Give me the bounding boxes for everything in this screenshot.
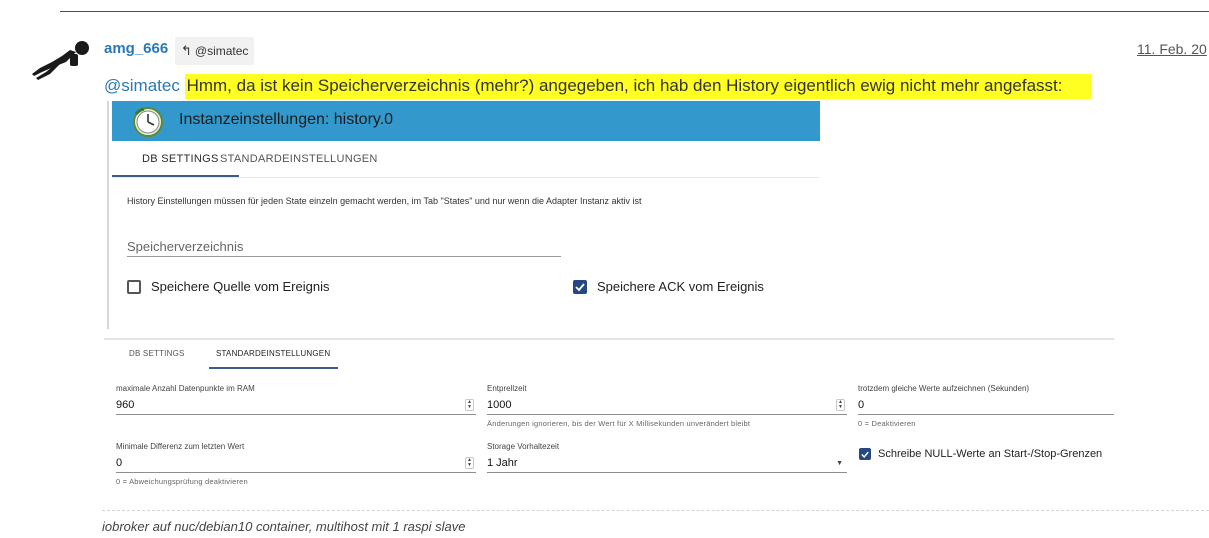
min-diff-value: 0 — [116, 457, 123, 469]
screenshot-top-border — [104, 338, 1114, 340]
save-ack-checkbox-row[interactable]: Speichere ACK vom Ereignis — [573, 279, 764, 294]
tab-default-settings[interactable]: STANDARDEINSTELLUNGEN — [216, 349, 330, 358]
number-spinner-icon[interactable]: ▲ ▼ — [465, 457, 474, 469]
debounce-field: Entprellzeit 1000 ▲ ▼ Änderungen ignorier… — [487, 384, 847, 428]
save-source-checkbox-row[interactable]: Speichere Quelle vom Ereignis — [127, 279, 329, 294]
write-null-checkbox[interactable] — [859, 448, 871, 460]
debounce-input[interactable]: 1000 ▲ ▼ — [487, 396, 847, 415]
instance-header: Instanzeinstellungen: history.0 — [112, 101, 820, 141]
screenshot-instance-settings: Instanzeinstellungen: history.0 DB SETTI… — [107, 101, 820, 329]
post-content: @simatec Hmm, da ist kein Speicherverzei… — [104, 74, 1091, 99]
number-spinner-icon[interactable]: ▲ ▼ — [836, 399, 845, 411]
same-values-value: 0 — [858, 399, 865, 411]
same-values-input[interactable]: 0 — [858, 396, 1114, 415]
avatar-diver-icon[interactable] — [30, 38, 94, 82]
save-source-checkbox[interactable] — [127, 279, 141, 294]
save-ack-label: Speichere ACK vom Ereignis — [597, 279, 764, 294]
checkmark-icon — [575, 282, 585, 291]
min-diff-input[interactable]: 0 ▲ ▼ — [116, 454, 476, 473]
tab-db-settings[interactable]: DB SETTINGS — [129, 349, 185, 358]
same-values-label: trotzdem gleiche Werte aufzeichnen (Seku… — [858, 384, 1030, 393]
save-source-label: Speichere Quelle vom Ereignis — [151, 279, 330, 294]
max-ram-field: maximale Anzahl Datenpunkte im RAM 960 ▲… — [116, 384, 476, 415]
min-diff-label: Minimale Differenz zum letzten Wert — [116, 442, 245, 451]
retention-select[interactable]: 1 Jahr ▼ — [487, 454, 847, 473]
post-author[interactable]: amg_666 — [104, 40, 168, 57]
instance-title: Instanzeinstellungen: history.0 — [179, 111, 394, 128]
same-values-help: 0 = Deaktivieren — [858, 419, 916, 428]
min-diff-field: Minimale Differenz zum letzten Wert 0 ▲ ▼… — [116, 442, 476, 486]
post-signature: iobroker auf nuc/debian10 container, mul… — [102, 519, 466, 534]
highlighted-text: Hmm, da ist kein Speicherverzeichnis (me… — [184, 74, 1091, 99]
reply-arrow-icon: ↰ — [181, 43, 192, 58]
retention-label: Storage Vorhaltezeit — [487, 442, 560, 451]
retention-field: Storage Vorhaltezeit 1 Jahr ▼ — [487, 442, 847, 473]
min-diff-help: 0 = Abweichungsprüfung deaktivieren — [116, 477, 248, 486]
max-ram-label: maximale Anzahl Datenpunkte im RAM — [116, 384, 255, 393]
tab-default-settings[interactable]: STANDARDEINSTELLUNGEN — [220, 153, 378, 165]
same-values-field: trotzdem gleiche Werte aufzeichnen (Seku… — [858, 384, 1114, 428]
history-info-text: History Einstellungen müssen für jeden S… — [127, 196, 642, 206]
checkmark-icon — [861, 451, 869, 458]
write-null-checkbox-row[interactable]: Schreibe NULL-Werte an Start-/Stop-Grenz… — [859, 448, 1102, 460]
debounce-value: 1000 — [487, 399, 512, 411]
clock-icon — [133, 107, 163, 137]
post-date[interactable]: 11. Feb. 20 — [1137, 41, 1207, 57]
write-null-label: Schreibe NULL-Werte an Start-/Stop-Grenz… — [878, 448, 1103, 460]
top-divider — [60, 11, 1209, 12]
debounce-help: Änderungen ignorieren, bis der Wert für … — [487, 419, 751, 428]
screenshot-default-settings: DB SETTINGS STANDARDEINSTELLUNGEN maxima… — [104, 338, 1114, 493]
tabs-divider — [112, 177, 820, 178]
max-ram-input[interactable]: 960 ▲ ▼ — [116, 396, 476, 415]
storage-directory-input[interactable] — [127, 237, 561, 257]
debounce-label: Entprellzeit — [487, 384, 527, 393]
dropdown-caret-icon: ▼ — [836, 459, 843, 467]
max-ram-value: 960 — [116, 399, 135, 411]
mention-link[interactable]: @simatec — [104, 76, 180, 95]
save-ack-checkbox[interactable] — [573, 279, 587, 294]
active-tab-indicator — [209, 367, 338, 369]
signature-separator — [102, 510, 1209, 511]
reply-to-chip[interactable]: ↰ @simatec — [175, 37, 255, 65]
retention-value: 1 Jahr — [487, 457, 518, 469]
number-spinner-icon[interactable]: ▲ ▼ — [465, 399, 474, 411]
tab-db-settings[interactable]: DB SETTINGS — [142, 153, 219, 165]
reply-to-user: @simatec — [194, 44, 249, 58]
